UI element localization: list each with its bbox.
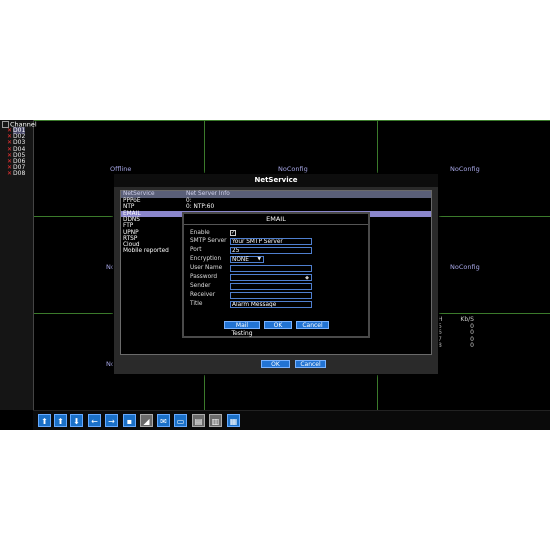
title-input[interactable]: Alarm Message	[230, 301, 312, 308]
bitrate-stats: H Kb/S 50607080	[438, 316, 474, 350]
receiver-label: Receiver	[190, 292, 216, 298]
netservice-cancel-button[interactable]: Cancel	[295, 360, 326, 368]
password-input[interactable]: ◆	[230, 274, 312, 281]
show-password-icon[interactable]: ◆	[305, 275, 309, 280]
netservice-title: NetService	[114, 174, 438, 187]
encryption-value: NONE	[232, 257, 249, 263]
sender-input[interactable]	[230, 283, 312, 290]
disk-icon[interactable]: ▤	[192, 414, 205, 427]
email-title: EMAIL	[184, 215, 368, 225]
email-ok-button[interactable]: OK	[264, 321, 292, 329]
port-input[interactable]: 25	[230, 247, 312, 254]
arrow-right-icon[interactable]: →	[105, 414, 118, 427]
column-server-info: Net Server Info	[186, 191, 230, 197]
smtp-server-label: SMTP Server	[190, 238, 227, 244]
username-input[interactable]	[230, 265, 312, 272]
enable-checkbox[interactable]: ✓	[230, 230, 236, 236]
stats-row: 80	[438, 343, 474, 350]
smtp-server-input[interactable]: Your SMTP Server	[230, 238, 312, 245]
password-label: Password	[190, 274, 218, 280]
email-cancel-button[interactable]: Cancel	[296, 321, 329, 329]
storage-icon[interactable]: ▥	[209, 414, 222, 427]
receiver-input[interactable]	[230, 292, 312, 299]
camera-cell-5-status: NoConfig	[450, 263, 480, 271]
service-name: Mobile reported	[123, 248, 169, 255]
port-label: Port	[190, 247, 202, 253]
monitor-icon[interactable]: ▭	[174, 414, 187, 427]
down-circle-icon[interactable]: ⬇	[70, 414, 83, 427]
stats-row: 70	[438, 336, 474, 344]
channel-list: ✕ D01 ✕ D02 ✕ D03 ✕ D04 ✕ D05 ✕ D06 ✕ D07 ✕ D08	[7, 127, 26, 178]
netservice-list-header: NetService Net Server Info	[121, 191, 431, 198]
camera-cell-1-status: Offline	[110, 165, 132, 173]
channel-item[interactable]: ✕ D08	[7, 171, 25, 177]
chevron-down-icon: ▼	[257, 257, 261, 262]
stats-channel: 8	[438, 342, 442, 350]
netservice-ok-button[interactable]: OK	[261, 360, 290, 368]
stats-row: 50	[438, 323, 474, 331]
column-netservice: NetService	[123, 191, 155, 197]
channel-label: D08	[13, 170, 26, 178]
stats-kbps: 0	[470, 342, 474, 350]
encryption-select[interactable]: NONE ▼	[230, 256, 264, 263]
camera-cell-2-status: NoConfig	[278, 165, 308, 173]
mail-testing-button[interactable]: Mail Testing	[224, 321, 260, 337]
username-label: User Name	[190, 265, 223, 271]
channel-sidebar: Channel ✕ D01 ✕ D02 ✕ D03 ✕ D04 ✕ D05 ✕ D06 ✕ D07 ✕ D08	[0, 120, 37, 410]
camera-cell-3-status: NoConfig	[450, 165, 480, 173]
arrow-left-icon[interactable]: ←	[88, 414, 101, 427]
mail-icon[interactable]: ✉	[157, 414, 170, 427]
record-icon[interactable]: ▪	[123, 414, 136, 427]
dvr-screen: Channel ✕ D01 ✕ D02 ✕ D03 ✕ D04 ✕ D05 ✕ D06 ✕ D07 ✕ D08…	[0, 120, 550, 430]
title-label: Title	[190, 301, 203, 307]
split-screen-icon[interactable]: ▦	[227, 414, 240, 427]
stats-row: 60	[438, 330, 474, 337]
encryption-label: Encryption	[190, 256, 222, 262]
up-circle-icon-2[interactable]: ⬆	[54, 414, 67, 427]
sender-label: Sender	[190, 283, 211, 289]
email-dialog: EMAIL Enable ✓ SMTP Server Your SMTP Ser…	[182, 212, 370, 338]
up-circle-icon[interactable]: ⬆	[38, 414, 51, 427]
disconnected-icon: ✕	[7, 170, 13, 178]
bottom-toolbar: ⬆ ⬆ ⬇ ← → ▪ ◢ ✉ ▭ ▤ ▥ ▦	[33, 410, 550, 430]
enable-label: Enable	[190, 230, 210, 236]
ptz-icon[interactable]: ◢	[140, 414, 153, 427]
